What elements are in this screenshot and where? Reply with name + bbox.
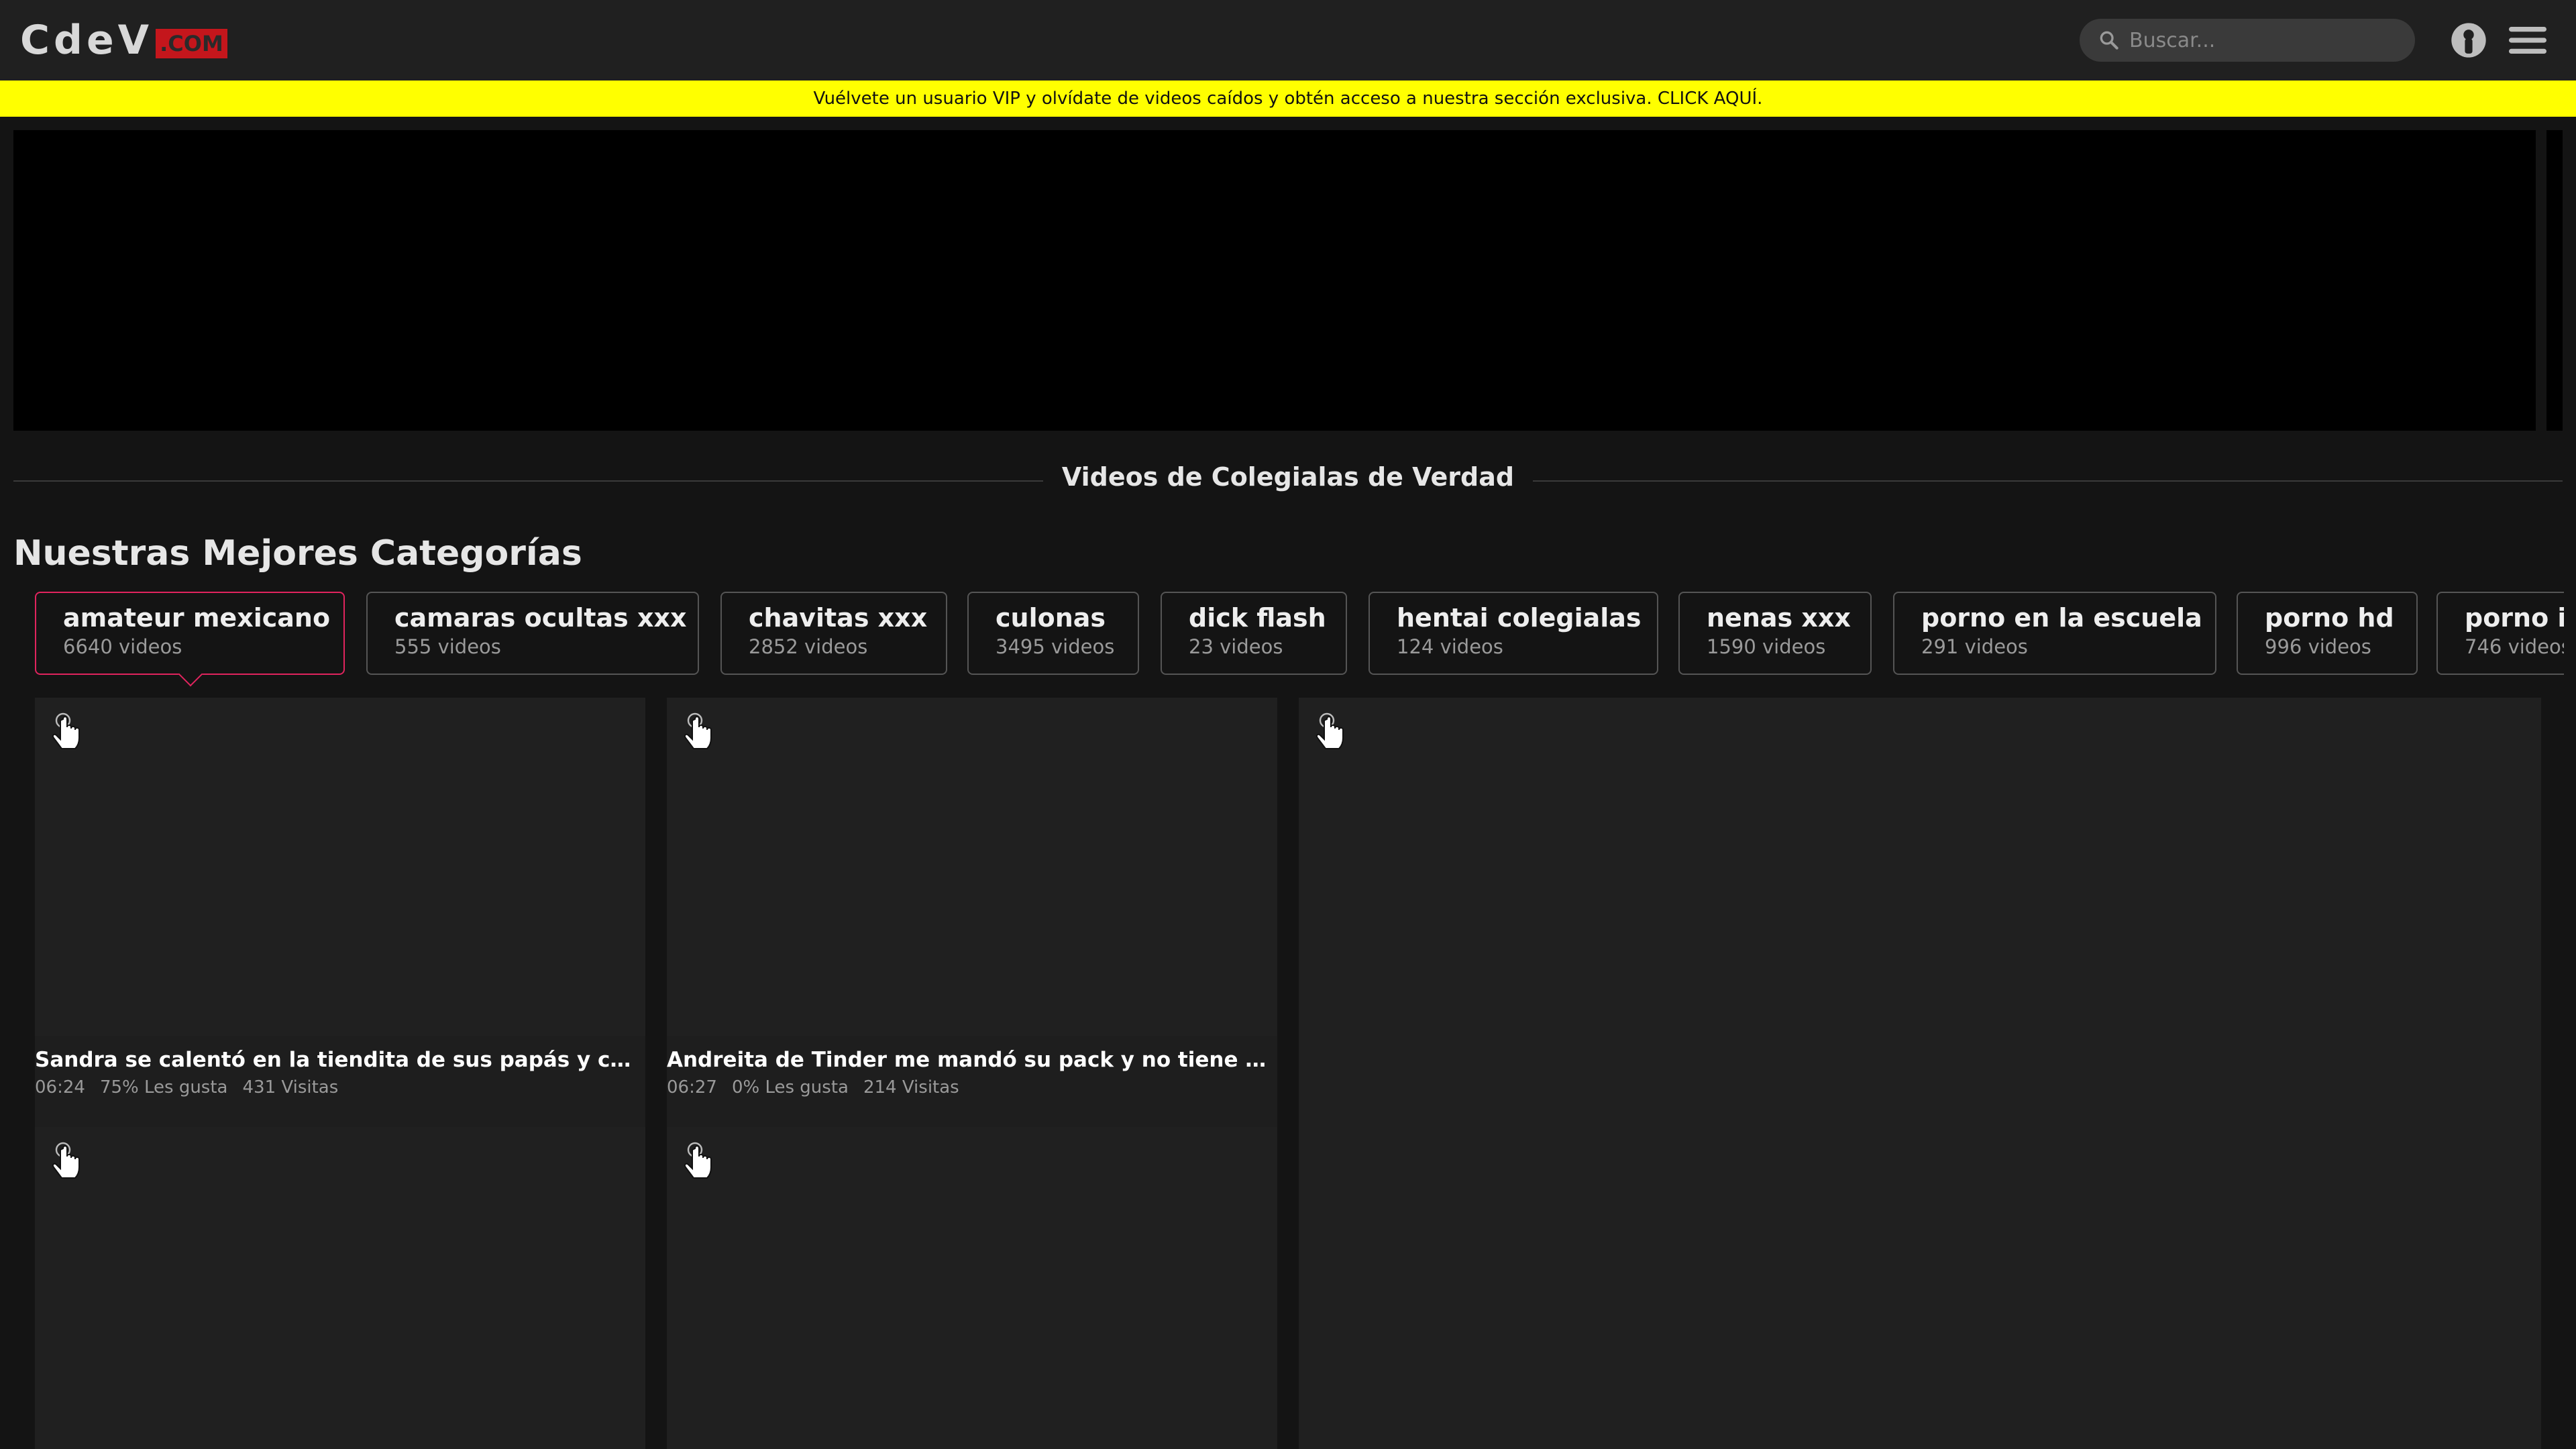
- category-chip[interactable]: culonas 3495 videos: [967, 592, 1139, 675]
- site-header: CdeV .COM: [0, 0, 2576, 80]
- section-title-text: Videos de Colegialas de Verdad: [1042, 462, 1534, 492]
- menu-icon[interactable]: [2509, 24, 2546, 56]
- category-chip[interactable]: porno i 746 videos: [2436, 592, 2564, 675]
- video-meta: 06:24 75% Les gusta 431 Visitas: [35, 1077, 353, 1097]
- video-views: 214 Visitas: [863, 1077, 959, 1097]
- category-name: porno i: [2465, 603, 2564, 633]
- categories-row: amateur mexicano 6640 videos camaras ocu…: [35, 592, 2564, 699]
- logo-badge: .COM: [156, 29, 227, 58]
- category-count: 6640 videos: [63, 635, 182, 658]
- ad-banner-side[interactable]: [2546, 130, 2563, 431]
- category-count: 555 videos: [394, 635, 501, 658]
- video-thumbnail[interactable]: [35, 1127, 645, 1449]
- category-name: porno en la escuela: [1921, 603, 2202, 633]
- category-count: 746 videos: [2465, 635, 2564, 658]
- category-count: 124 videos: [1397, 635, 1503, 658]
- category-name: dick flash: [1189, 603, 1326, 633]
- hand-pointer-icon: [52, 712, 80, 749]
- hand-pointer-icon: [684, 1142, 712, 1179]
- category-chip[interactable]: dick flash 23 videos: [1161, 592, 1347, 675]
- category-chip[interactable]: porno hd 996 videos: [2237, 592, 2418, 675]
- categories-heading: Nuestras Mejores Categorías: [13, 533, 582, 574]
- video-duration: 06:27: [667, 1077, 717, 1097]
- hand-pointer-icon: [684, 712, 712, 749]
- category-count: 291 videos: [1921, 635, 2028, 658]
- search-box[interactable]: [2080, 19, 2415, 62]
- video-card-featured[interactable]: [1299, 698, 2541, 1449]
- video-card[interactable]: Andreita de Tinder me mandó su pack y no…: [667, 698, 1277, 1127]
- search-icon: [2100, 31, 2118, 50]
- video-card[interactable]: [667, 1127, 1277, 1449]
- video-thumbnail[interactable]: [35, 698, 645, 1036]
- category-name: chavitas xxx: [749, 603, 928, 633]
- video-meta: 06:27 0% Les gusta 214 Visitas: [667, 1077, 974, 1097]
- video-card[interactable]: Sandra se calentó en la tiendita de sus …: [35, 698, 645, 1127]
- hand-pointer-icon: [52, 1142, 80, 1179]
- logo-text: CdeV: [20, 17, 154, 64]
- video-views: 431 Visitas: [242, 1077, 339, 1097]
- section-title: Videos de Colegialas de Verdad: [0, 460, 2576, 494]
- video-title[interactable]: Andreita de Tinder me mandó su pack y no…: [667, 1048, 1277, 1072]
- category-count: 23 videos: [1189, 635, 1283, 658]
- vip-banner[interactable]: Vuélvete un usuario VIP y olvídate de vi…: [0, 80, 2576, 117]
- hand-pointer-icon: [1316, 712, 1344, 749]
- category-name: amateur mexicano: [63, 603, 331, 633]
- category-chip[interactable]: amateur mexicano 6640 videos: [35, 592, 345, 687]
- video-thumbnail[interactable]: [1299, 698, 2541, 1449]
- category-name: porno hd: [2265, 603, 2394, 633]
- site-logo[interactable]: CdeV .COM: [20, 15, 227, 66]
- category-name: hentai colegialas: [1397, 603, 1642, 633]
- video-likes: 0% Les gusta: [731, 1077, 849, 1097]
- category-chip[interactable]: hentai colegialas 124 videos: [1368, 592, 1658, 675]
- category-count: 3495 videos: [996, 635, 1115, 658]
- category-name: culonas: [996, 603, 1106, 633]
- category-chip[interactable]: camaras ocultas xxx 555 videos: [366, 592, 699, 675]
- ad-banner[interactable]: [13, 130, 2536, 431]
- category-chip[interactable]: porno en la escuela 291 videos: [1893, 592, 2216, 675]
- active-indicator: [178, 661, 203, 687]
- category-chip[interactable]: chavitas xxx 2852 videos: [720, 592, 947, 675]
- video-thumbnail[interactable]: [667, 698, 1277, 1036]
- category-count: 2852 videos: [749, 635, 868, 658]
- category-count: 1590 videos: [1707, 635, 1826, 658]
- video-likes: 75% Les gusta: [99, 1077, 228, 1097]
- video-duration: 06:24: [35, 1077, 85, 1097]
- user-icon[interactable]: [2450, 21, 2487, 59]
- video-thumbnail[interactable]: [667, 1127, 1277, 1449]
- search-input[interactable]: [2129, 28, 2398, 52]
- category-chip[interactable]: nenas xxx 1590 videos: [1678, 592, 1872, 675]
- video-card[interactable]: [35, 1127, 645, 1449]
- category-count: 996 videos: [2265, 635, 2371, 658]
- video-title[interactable]: Sandra se calentó en la tiendita de sus …: [35, 1048, 645, 1072]
- category-name: camaras ocultas xxx: [394, 603, 687, 633]
- category-name: nenas xxx: [1707, 603, 1851, 633]
